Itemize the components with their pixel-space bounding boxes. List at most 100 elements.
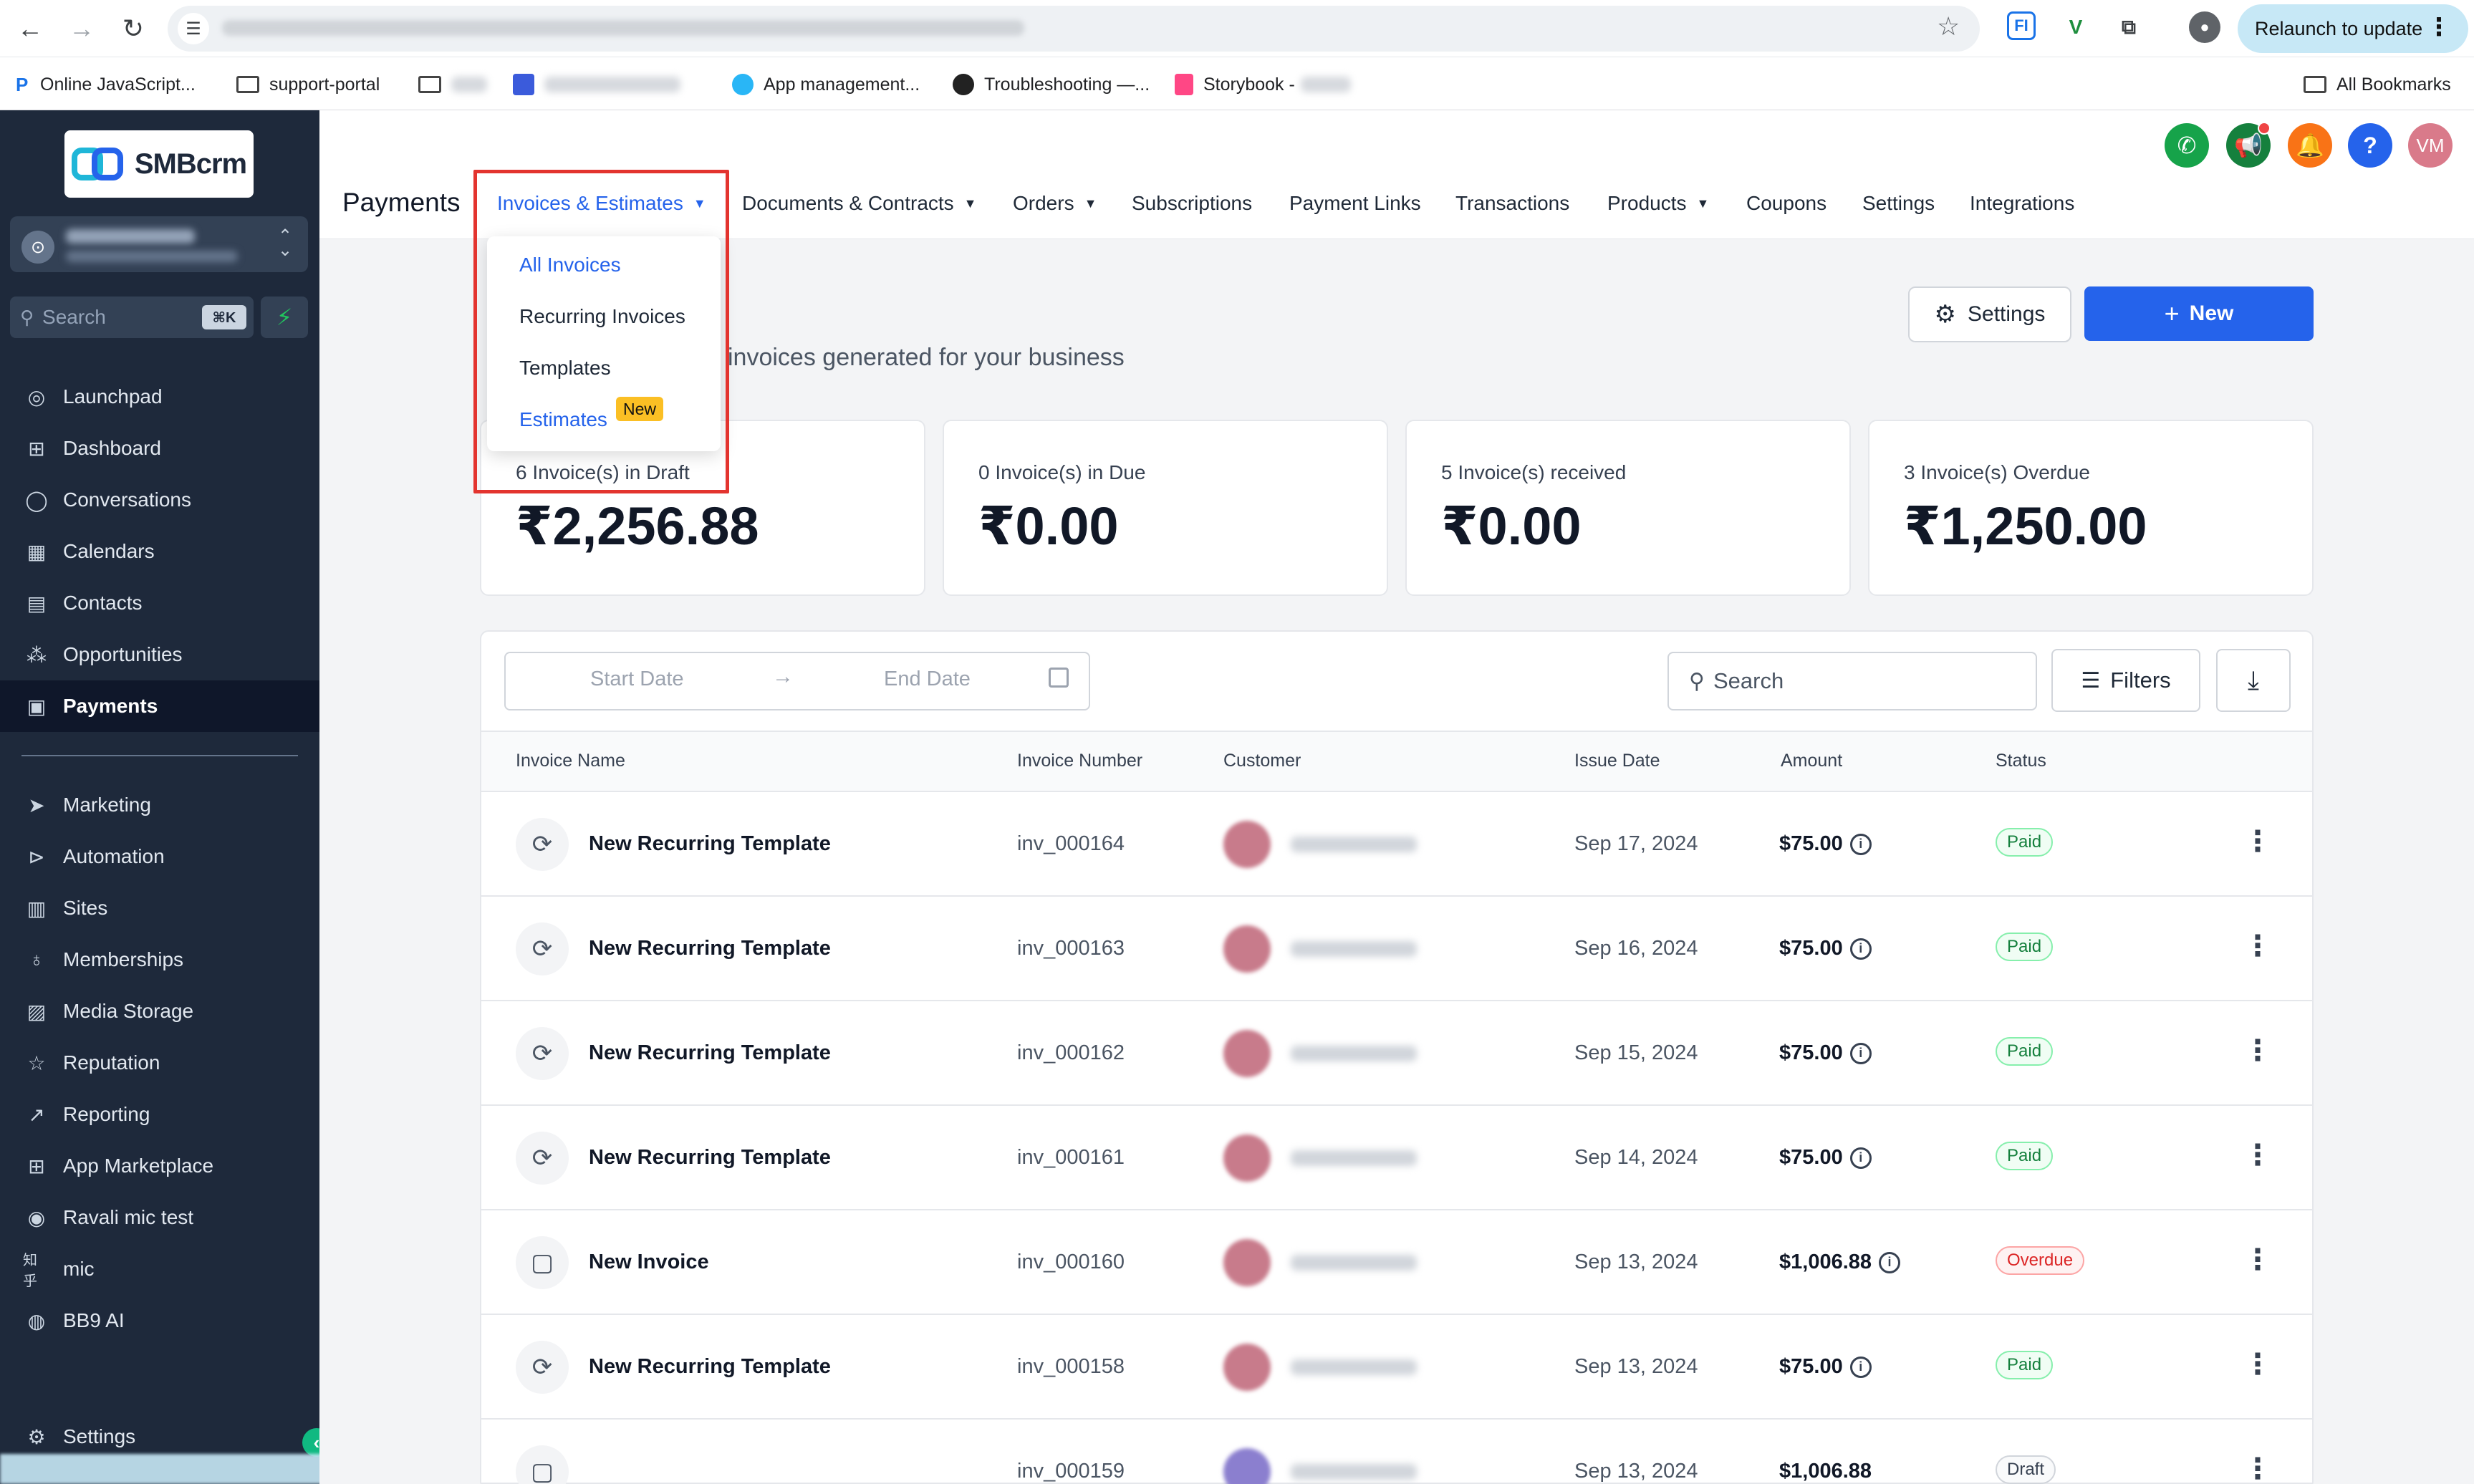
sidebar-item-ravali-mic-test[interactable]: ◉ Ravali mic test (0, 1192, 319, 1243)
bookmark-star-icon[interactable]: ☆ (1937, 11, 1960, 42)
site-icon (953, 74, 974, 95)
bookmark-storybook[interactable]: Storybook - (1175, 69, 1351, 100)
more-vert-icon[interactable]: ⋮ (2243, 1139, 2272, 1172)
phone-icon[interactable]: ✆ (2165, 123, 2209, 168)
help-icon[interactable]: ? (2348, 123, 2392, 168)
table-row[interactable]: ⟳ New Recurring Template inv_000163 Sep 16,… (481, 897, 2312, 1001)
filter-icon: ☰ (2081, 668, 2101, 693)
bookmark-label: App management... (764, 74, 920, 95)
tab-coupons[interactable]: Coupons (1746, 192, 1826, 215)
info-icon[interactable]: i (1849, 938, 1872, 960)
sidebar-item-media-storage[interactable]: ▨ Media Storage (0, 986, 319, 1037)
sidebar-item-label: mic (63, 1258, 95, 1280)
amount-value: $75.00 (1779, 1355, 1843, 1378)
info-icon[interactable]: i (1849, 833, 1872, 855)
quick-actions-bolt-icon[interactable]: ⚡ (261, 297, 308, 338)
sidebar-item-marketing[interactable]: ➤ Marketing (0, 779, 319, 831)
table-row[interactable]: ⟳ New Recurring Template inv_000158 Sep 13,… (481, 1315, 2312, 1420)
tab-payment-links[interactable]: Payment Links (1289, 192, 1421, 215)
stat-card-due[interactable]: 0 Invoice(s) in Due ₹0.00 (943, 420, 1388, 596)
extension-v-icon[interactable]: V (2060, 11, 2092, 43)
profile-avatar-icon[interactable]: ● (2189, 11, 2220, 43)
tab-integrations[interactable]: Integrations (1970, 192, 2074, 215)
user-avatar[interactable]: VM (2408, 123, 2453, 168)
tab-subscriptions[interactable]: Subscriptions (1132, 192, 1252, 215)
bell-icon[interactable]: 🔔 (2288, 123, 2332, 168)
all-bookmarks-label: All Bookmarks (2336, 74, 2451, 95)
account-switcher[interactable] (10, 216, 308, 272)
info-icon[interactable]: i (1849, 1147, 1872, 1169)
table-row[interactable]: ▢ inv_000159 Sep 13, 2024 $1,006.88 Draft ⋮ (481, 1420, 2312, 1484)
sidebar-item-reporting[interactable]: ↗ Reporting (0, 1089, 319, 1140)
column-header-issue-date[interactable]: Issue Date (1574, 751, 1660, 771)
settings-button[interactable]: ⚙ Settings (1908, 286, 2071, 342)
invoice-name[interactable]: New Recurring Template (589, 832, 831, 856)
sidebar-item-launchpad[interactable]: ◎ Launchpad (0, 371, 319, 423)
sidebar-item-memberships[interactable]: ♁ Memberships (0, 934, 319, 986)
sidebar-item-bb9-ai[interactable]: ◍ BB9 AI (0, 1295, 319, 1346)
tab-documents-contracts[interactable]: Documents & Contracts ▼ (742, 192, 977, 215)
info-icon[interactable]: i (1849, 1356, 1872, 1378)
invoice-name[interactable]: New Recurring Template (589, 937, 831, 960)
more-vert-icon[interactable]: ⋮ (2243, 1452, 2272, 1484)
table-row[interactable]: ▢ New Invoice inv_000160 Sep 13, 2024 $1,006… (481, 1210, 2312, 1315)
sidebar-item-reputation[interactable]: ☆ Reputation (0, 1037, 319, 1089)
reload-icon[interactable]: ↻ (116, 11, 150, 46)
table-row[interactable]: ⟳ New Recurring Template inv_000162 Sep 15,… (481, 1001, 2312, 1106)
sidebar-item-contacts[interactable]: ▤ Contacts (0, 577, 319, 629)
more-vert-icon[interactable]: ⋮ (2243, 1034, 2272, 1067)
more-vert-icon[interactable]: ⋮ (2243, 1243, 2272, 1276)
bookmark-support-portal[interactable]: support-portal (236, 69, 380, 100)
invoice-name[interactable]: New Invoice (589, 1251, 709, 1274)
sidebar-item-app-marketplace[interactable]: ⊞ App Marketplace (0, 1140, 319, 1192)
sidebar-item-dashboard[interactable]: ⊞ Dashboard (0, 423, 319, 474)
tab-transactions[interactable]: Transactions (1455, 192, 1569, 215)
bookmark-troubleshooting[interactable]: Troubleshooting —... (953, 69, 1150, 100)
forward-icon[interactable]: → (64, 11, 99, 46)
bookmark-app-management[interactable]: App management... (732, 69, 920, 100)
info-icon[interactable]: i (1849, 1042, 1872, 1064)
invoice-name[interactable]: New Recurring Template (589, 1146, 831, 1170)
more-vert-icon[interactable]: ⋮ (2243, 1348, 2272, 1381)
tab-products[interactable]: Products ▼ (1607, 192, 1709, 215)
invoice-name[interactable]: New Recurring Template (589, 1041, 831, 1065)
stat-card-received[interactable]: 5 Invoice(s) received ₹0.00 (1405, 420, 1851, 596)
more-vert-icon[interactable]: ⋮ (2243, 825, 2272, 858)
new-invoice-button[interactable]: + New (2084, 286, 2314, 341)
sidebar-item-automation[interactable]: ⊳ Automation (0, 831, 319, 882)
sidebar-item-payments[interactable]: ▣ Payments (0, 680, 319, 732)
extensions-puzzle-icon[interactable]: ⧉ (2113, 11, 2145, 43)
bookmark-online-js[interactable]: P Online JavaScript... (16, 69, 196, 100)
stat-label: 5 Invoice(s) received (1441, 461, 1627, 483)
column-header-invoice-number[interactable]: Invoice Number (1017, 751, 1142, 771)
download-icon[interactable]: ⤓ (2216, 649, 2291, 712)
sidebar-item-calendars[interactable]: ▦ Calendars (0, 526, 319, 577)
bookmark-blurred[interactable] (513, 69, 680, 100)
relaunch-label: Relaunch to update (2255, 17, 2423, 39)
extension-fi-icon[interactable]: FI (2007, 11, 2036, 40)
table-row[interactable]: ⟳ New Recurring Template inv_000164 Sep 17,… (481, 792, 2312, 897)
site-settings-icon[interactable]: ☰ (178, 13, 209, 44)
column-header-status[interactable]: Status (1996, 751, 2046, 771)
app-logo[interactable]: SMBcrm (64, 130, 254, 198)
sidebar-item-mic[interactable]: 知乎 mic (0, 1243, 319, 1295)
all-bookmarks[interactable]: All Bookmarks (2304, 69, 2451, 100)
column-header-amount[interactable]: Amount (1781, 751, 1842, 771)
tab-orders[interactable]: Orders ▼ (1013, 192, 1097, 215)
table-search-input[interactable]: ⚲ Search (1667, 652, 2037, 710)
back-icon[interactable]: ← (13, 11, 47, 46)
column-header-customer[interactable]: Customer (1223, 751, 1301, 771)
column-header-invoice-name[interactable]: Invoice Name (516, 751, 625, 771)
more-vert-icon[interactable]: ⋮ (2243, 930, 2272, 963)
table-row[interactable]: ⟳ New Recurring Template inv_000161 Sep 14,… (481, 1106, 2312, 1210)
bookmark-folder-blurred[interactable] (418, 69, 487, 100)
invoice-name[interactable]: New Recurring Template (589, 1355, 831, 1379)
info-icon[interactable]: i (1879, 1251, 1901, 1273)
filters-button[interactable]: ☰ Filters (2051, 649, 2200, 712)
tab-settings[interactable]: Settings (1862, 192, 1935, 215)
sidebar-item-sites[interactable]: ▥ Sites (0, 882, 319, 934)
sidebar-item-opportunities[interactable]: ⁂ Opportunities (0, 629, 319, 680)
sidebar-item-conversations[interactable]: ◯ Conversations (0, 474, 319, 526)
relaunch-button[interactable]: Relaunch to update ⋮ (2238, 4, 2468, 53)
stat-card-overdue[interactable]: 3 Invoice(s) Overdue ₹1,250.00 (1868, 420, 2314, 596)
